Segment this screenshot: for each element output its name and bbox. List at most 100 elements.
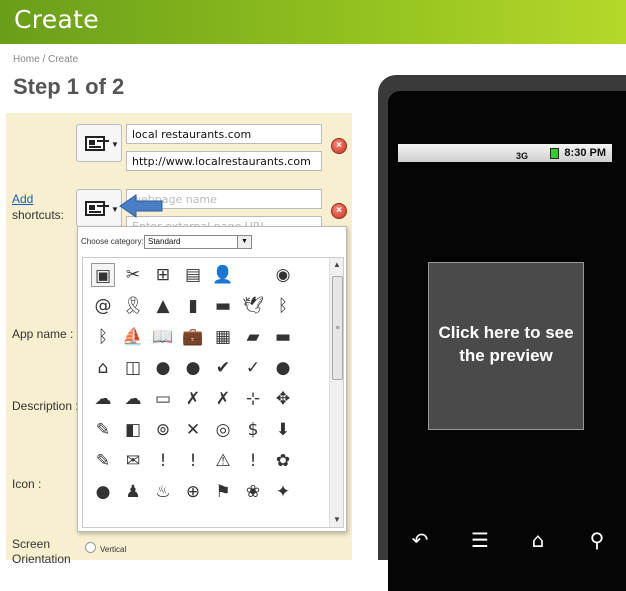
target-icon[interactable]: ◎ — [211, 418, 235, 442]
open-book-icon[interactable]: 📖 — [151, 325, 175, 349]
remove-shortcut-2-icon[interactable]: × — [331, 203, 347, 219]
compass-icon[interactable]: ✦ — [271, 480, 295, 504]
signal-icon: 3G — [516, 151, 529, 161]
shortcut-name-field-1[interactable]: local restaurants.com — [126, 124, 322, 144]
page-header-title: Create — [14, 5, 99, 34]
share-icon[interactable]: ⊹ — [241, 387, 265, 411]
bluetooth-circle-icon[interactable]: ᛒ — [91, 325, 115, 349]
description-label: Description : — [12, 399, 79, 413]
remove-shortcut-1-icon[interactable]: × — [331, 138, 347, 154]
bluetooth-icon[interactable]: ᛒ — [271, 294, 295, 318]
scissors-icon[interactable]: ✂ — [121, 263, 145, 287]
at-sign-icon[interactable]: @ — [91, 294, 115, 318]
scrollbar-thumb[interactable]: ≡ — [332, 276, 343, 380]
app-header: Create — [0, 0, 626, 44]
comments-icon[interactable]: ◫ — [121, 356, 145, 380]
pointer-arrow-icon — [119, 194, 163, 218]
search-icon[interactable]: ⚲ — [585, 528, 609, 552]
scroll-down-icon[interactable]: ▼ — [330, 513, 343, 527]
dollar-icon[interactable]: $ — [241, 418, 265, 442]
battery-icon — [550, 148, 559, 159]
app-name-label: App name : — [12, 327, 74, 341]
contact-card-icon[interactable]: ▣ — [91, 263, 115, 287]
preview-button[interactable]: Click here to see the preview — [428, 262, 584, 430]
icon-grid-scrollbar[interactable]: ▲ ≡ ▼ — [329, 258, 343, 527]
shortcut-icon-selector-1[interactable]: ▼ — [76, 124, 122, 162]
exclamation-circle-icon[interactable]: ! — [181, 449, 205, 473]
warning-triangle-icon[interactable]: ⚠ — [211, 449, 235, 473]
wrench-icon[interactable]: ✗ — [181, 387, 205, 411]
notebook-icon[interactable]: ▤ — [181, 263, 205, 287]
vertical-radio[interactable] — [85, 542, 96, 553]
cart-icon[interactable]: ✎ — [91, 418, 115, 442]
phone-nav-bar: ↶ ☰ ⌂ ⚲ — [378, 520, 626, 560]
cloud-icon[interactable]: ☁ — [91, 387, 115, 411]
conversation-icon[interactable]: ● — [181, 356, 205, 380]
bar-chart-icon[interactable]: ▮ — [181, 294, 205, 318]
fan-icon[interactable]: ✿ — [271, 449, 295, 473]
phone-preview: 3G 8:30 PM Click here to see the preview… — [378, 75, 626, 591]
phone-status-bar: 3G 8:30 PM — [398, 144, 612, 162]
briefcase-icon[interactable]: 💼 — [181, 325, 205, 349]
add-shortcuts-label: Add — [12, 192, 33, 206]
calculator-icon[interactable]: ▦ — [211, 325, 235, 349]
shortcut-icon-selector-2[interactable]: ▼ — [76, 189, 122, 227]
battery-icon[interactable]: ▬ — [211, 294, 235, 318]
category-select[interactable]: Standard ▼ — [144, 235, 252, 249]
cloud-outline-icon[interactable]: ☁ — [121, 387, 145, 411]
tools-icon[interactable]: ✗ — [211, 387, 235, 411]
apple-icon[interactable] — [241, 263, 265, 287]
user-icon[interactable]: 👤 — [211, 263, 235, 287]
sphere-icon[interactable]: ● — [91, 480, 115, 504]
shortcuts-label: shortcuts: — [12, 208, 65, 222]
warning-octagon-icon[interactable]: ! — [151, 449, 175, 473]
status-time: 8:30 PM — [564, 147, 606, 159]
record-icon[interactable]: ◉ — [271, 263, 295, 287]
chevron-down-icon[interactable]: ▼ — [237, 236, 251, 248]
breadcrumb[interactable]: Home / Create — [13, 54, 78, 65]
add-page-icon[interactable]: ⊞ — [151, 263, 175, 287]
copy-icon[interactable]: ◧ — [121, 418, 145, 442]
circle-icon[interactable]: ● — [271, 356, 295, 380]
calendar-icon[interactable]: ▰ — [241, 325, 265, 349]
campfire-icon[interactable]: ♨ — [151, 480, 175, 504]
delete-doc-icon[interactable]: ✕ — [181, 418, 205, 442]
area-chart-icon[interactable]: ▲ — [151, 294, 175, 318]
edit-icon[interactable]: ✎ — [91, 449, 115, 473]
laptop-icon[interactable]: ▭ — [151, 387, 175, 411]
vertical-label: Vertical — [100, 545, 127, 554]
download-icon[interactable]: ⬇ — [271, 418, 295, 442]
menu-icon[interactable]: ☰ — [468, 528, 492, 552]
checkmark-circle-icon[interactable]: ✔ — [211, 356, 235, 380]
tag-icon[interactable]: ⌂ — [91, 356, 115, 380]
scroll-up-icon[interactable]: ▲ — [330, 258, 343, 272]
chat-bubble-icon[interactable]: ▬ — [271, 325, 295, 349]
shortcut-url-field-1[interactable]: http://www.localrestaurants.com — [126, 151, 322, 171]
first-aid-icon[interactable]: ⊕ — [181, 480, 205, 504]
add-shortcut-link[interactable]: Add — [12, 192, 33, 206]
contact-card-icon — [85, 136, 105, 151]
icon-grid: ▲ ≡ ▼ ▣ ✂ ⊞ ▤ 👤 ◉ @ 🎗 ▲ ▮ ▬ 🕊 ᛒ ᛒ ⛵ 📖 💼 ▦ ▰ ▬ ⌂ ◫ ● ● ✔ ✓ ● ☁ ☁ ▭ ✗ ✗ ⊹ ✥… — [82, 257, 344, 528]
icon-picker-popup: Choose category: Standard ▼ ▲ ≡ ▼ ▣ ✂ ⊞ ▤ 👤 ◉… — [77, 226, 347, 532]
bird-icon[interactable]: 🕊 — [241, 294, 265, 318]
screen-label: Screen — [12, 537, 51, 551]
home-icon[interactable]: ⌂ — [526, 528, 550, 552]
back-icon[interactable]: ↶ — [408, 528, 432, 552]
flag-icon[interactable]: ⚑ — [211, 480, 235, 504]
orientation-label: Orientation — [12, 552, 71, 566]
contact-card-icon — [85, 201, 105, 216]
boat-icon[interactable]: ⛵ — [121, 325, 145, 349]
mail-open-icon[interactable]: ✉ — [121, 449, 145, 473]
exclamation-icon[interactable]: ! — [241, 449, 265, 473]
chevron-down-icon: ▼ — [111, 140, 119, 149]
speech-bubbles-icon[interactable]: ● — [151, 356, 175, 380]
checkmark-icon[interactable]: ✓ — [241, 356, 265, 380]
cylinder-icon[interactable]: ⊚ — [151, 418, 175, 442]
category-label: Choose category: — [81, 237, 144, 246]
icon-label: Icon : — [12, 477, 42, 491]
move-icon[interactable]: ✥ — [271, 387, 295, 411]
award-ribbon-icon[interactable]: 🎗 — [121, 294, 145, 318]
flower-icon[interactable]: ❀ — [241, 480, 265, 504]
step-title: Step 1 of 2 — [13, 74, 125, 99]
fireman-icon[interactable]: ♟ — [121, 480, 145, 504]
